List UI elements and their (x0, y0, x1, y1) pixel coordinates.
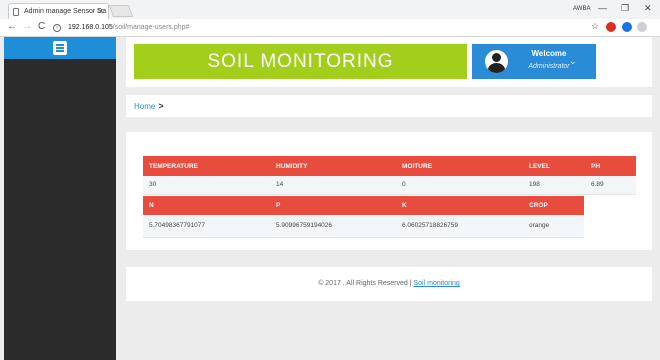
avatar-icon (485, 50, 508, 73)
table-cell: 30 (143, 176, 270, 195)
tab-title: Admin manage Sensor Da (24, 8, 107, 15)
table-cell: 5.70498367791077 (143, 215, 270, 238)
document-icon (13, 8, 19, 16)
stop-extension-icon[interactable] (606, 22, 616, 32)
maximize-icon[interactable]: ❐ (621, 3, 629, 14)
footer-copyright: © 2017 . All Rights Reserved | (318, 280, 414, 287)
url-host: 192.168.0.105 (68, 24, 113, 31)
profile-badge[interactable]: AWBA (573, 6, 590, 12)
column-header-p: P (270, 196, 396, 215)
table-cell: 0 (396, 176, 523, 195)
table-cell: orange (523, 215, 584, 238)
address-bar: ← → C i 192.168.0.105/soil/manage-users.… (0, 19, 660, 37)
table-row: 30 14 0 198 6.89 (143, 176, 636, 195)
table-cell: 6.89 (585, 176, 636, 195)
footer: © 2017 . All Rights Reserved | Soil moni… (126, 267, 652, 301)
column-header-k: K (396, 196, 523, 215)
brand-title: SOIL MONITORING (134, 44, 467, 79)
minimize-icon[interactable]: — (598, 3, 607, 13)
column-header-n: N (143, 196, 270, 215)
browser-tab-bar: Admin manage Sensor Da ✕ AWBA — ❐ ✕ (0, 0, 660, 19)
table-cell: 14 (270, 176, 396, 195)
table-cell: 5.90996759194026 (270, 215, 396, 238)
column-header-ph: PH (585, 156, 636, 176)
table-cell: 198 (523, 176, 585, 195)
sidebar-header (4, 37, 116, 59)
nutrient-table: N P K CROP 5.70498367791077 5.9099675919… (143, 196, 584, 238)
bookmark-star-icon[interactable]: ☆ (591, 21, 599, 32)
footer-link[interactable]: Soil monitoring (414, 280, 460, 287)
url-field[interactable]: i 192.168.0.105/soil/manage-users.php# (53, 21, 605, 35)
back-icon[interactable]: ← (7, 21, 17, 32)
sensor-data-panel: TEMPERATURE HUMIDITY MOITURE LEVEL PH 30… (126, 132, 652, 250)
sensor-table: TEMPERATURE HUMIDITY MOITURE LEVEL PH 30… (143, 156, 636, 195)
window-close-icon[interactable]: ✕ (644, 3, 652, 14)
column-header-moisture: MOITURE (396, 156, 523, 176)
extension-icon-2[interactable] (637, 22, 647, 32)
sidebar (4, 37, 116, 360)
tab-close-icon[interactable]: ✕ (97, 4, 104, 19)
url-path: /soil/manage-users.php# (112, 24, 190, 31)
browser-tab[interactable]: Admin manage Sensor Da ✕ (8, 3, 109, 19)
column-header-humidity: HUMIDITY (270, 156, 396, 176)
breadcrumb-separator-icon: > (158, 101, 164, 111)
new-tab-button[interactable] (108, 5, 134, 17)
reload-icon[interactable]: C (38, 21, 45, 32)
user-menu[interactable]: Welcome Administrator ⌄ (472, 44, 596, 79)
breadcrumb: Home > (126, 95, 652, 117)
column-header-crop: CROP (523, 196, 584, 215)
table-row: 5.70498367791077 5.90996759194026 6.0602… (143, 215, 584, 238)
forward-icon[interactable]: → (22, 21, 32, 32)
info-icon[interactable]: i (53, 24, 61, 32)
chevron-down-icon[interactable]: ⌄ (569, 56, 577, 67)
hamburger-menu-icon[interactable] (53, 41, 67, 55)
column-header-temperature: TEMPERATURE (143, 156, 270, 176)
extension-icon[interactable] (622, 22, 632, 32)
column-header-level: LEVEL (523, 156, 585, 176)
table-cell: 6.06025718826759 (396, 215, 523, 238)
breadcrumb-home-link[interactable]: Home (134, 102, 155, 111)
